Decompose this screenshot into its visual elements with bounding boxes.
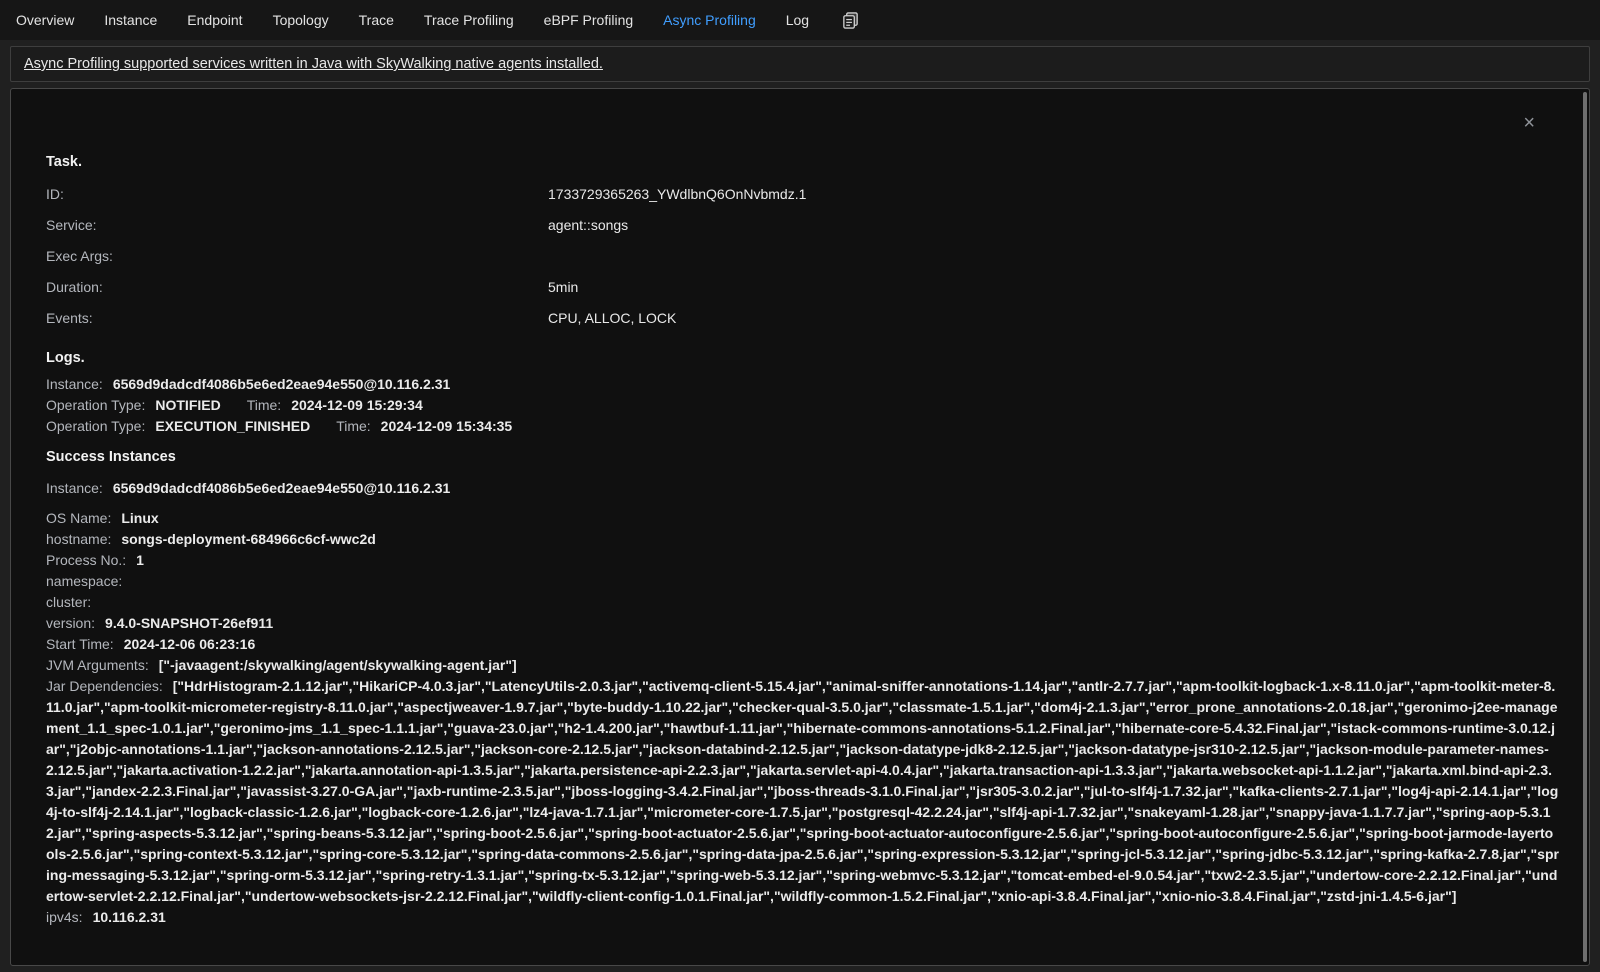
- success-instance-label: Instance:: [46, 480, 103, 496]
- success-instances-heading: Success Instances: [46, 447, 1559, 468]
- task-id-label: ID:: [46, 184, 548, 205]
- banner: Async Profiling supported services writt…: [10, 46, 1590, 82]
- attr-label: namespace:: [46, 573, 122, 589]
- tab-trace[interactable]: Trace: [359, 0, 394, 40]
- operation-type-value: NOTIFIED: [155, 397, 220, 413]
- task-service-value: agent::songs: [548, 215, 1559, 236]
- attr-value: 1: [136, 552, 144, 568]
- tab-topology[interactable]: Topology: [273, 0, 329, 40]
- tab-ebpf-profiling[interactable]: eBPF Profiling: [544, 0, 633, 40]
- tab-async-profiling[interactable]: Async Profiling: [663, 0, 756, 40]
- task-row-id: ID: 1733729365263_YWdlbnQ6OnNvbmdz.1: [46, 184, 1559, 205]
- attr-process-no: Process No.: 1: [46, 550, 1559, 571]
- attr-value: songs-deployment-684966c6cf-wwc2d: [121, 531, 375, 547]
- attr-label: Start Time:: [46, 636, 114, 652]
- panel-content: Task. ID: 1733729365263_YWdlbnQ6OnNvbmdz…: [11, 89, 1589, 928]
- task-exec-args-value: [548, 246, 1559, 267]
- task-duration-value: 5min: [548, 277, 1559, 298]
- tab-instance[interactable]: Instance: [104, 0, 157, 40]
- top-nav: Overview Instance Endpoint Topology Trac…: [0, 0, 1600, 40]
- operation-time-value: 2024-12-09 15:34:35: [381, 418, 513, 434]
- success-instance-row: Instance: 6569d9dadcdf4086b5e6ed2eae94e55…: [46, 478, 1559, 499]
- attr-label: Process No.:: [46, 552, 126, 568]
- task-exec-args-label: Exec Args:: [46, 246, 548, 267]
- attr-value: 9.4.0-SNAPSHOT-26ef911: [105, 615, 273, 631]
- attr-value: ["HdrHistogram-2.1.12.jar","HikariCP-4.0…: [46, 678, 1559, 904]
- operation-type-label: Operation Type:: [46, 397, 145, 413]
- task-duration-label: Duration:: [46, 277, 548, 298]
- attr-cluster: cluster:: [46, 592, 1559, 613]
- attr-label: cluster:: [46, 594, 91, 610]
- attr-jvm-arguments: JVM Arguments: ["-javaagent:/skywalking/a…: [46, 655, 1559, 676]
- tab-endpoint[interactable]: Endpoint: [187, 0, 242, 40]
- attr-label: ipv4s:: [46, 909, 83, 925]
- attr-value: Linux: [121, 510, 158, 526]
- task-row-service: Service: agent::songs: [46, 215, 1559, 236]
- attr-os-name: OS Name: Linux: [46, 508, 1559, 529]
- attr-version: version: 9.4.0-SNAPSHOT-26ef911: [46, 613, 1559, 634]
- logs-instance-label: Instance:: [46, 376, 103, 392]
- logs-instance-value: 6569d9dadcdf4086b5e6ed2eae94e550@10.116.…: [113, 376, 450, 392]
- attr-jar-dependencies: Jar Dependencies:["HdrHistogram-2.1.12.j…: [46, 676, 1559, 907]
- attr-value: ["-javaagent:/skywalking/agent/skywalkin…: [159, 657, 517, 673]
- task-row-exec-args: Exec Args:: [46, 246, 1559, 267]
- banner-strip: Async Profiling supported services writt…: [0, 40, 1600, 88]
- logs-heading: Logs.: [46, 348, 1559, 369]
- operation-type-value: EXECUTION_FINISHED: [155, 418, 310, 434]
- attr-label: version:: [46, 615, 95, 631]
- task-id-value: 1733729365263_YWdlbnQ6OnNvbmdz.1: [548, 184, 1559, 205]
- operation-time-label: Time:: [336, 418, 370, 434]
- success-instance-value: 6569d9dadcdf4086b5e6ed2eae94e550@10.116.…: [113, 480, 450, 496]
- tab-log[interactable]: Log: [786, 0, 809, 40]
- task-row-duration: Duration: 5min: [46, 277, 1559, 298]
- attr-label: Jar Dependencies:: [46, 678, 163, 694]
- copy-document-icon[interactable]: [841, 11, 860, 30]
- operation-type-label: Operation Type:: [46, 418, 145, 434]
- logs-operation-row: Operation Type: NOTIFIED Time: 2024-12-09 1…: [46, 395, 1559, 416]
- attr-label: JVM Arguments:: [46, 657, 149, 673]
- operation-time-label: Time:: [247, 397, 281, 413]
- task-row-events: Events: CPU, ALLOC, LOCK: [46, 308, 1559, 329]
- attr-start-time: Start Time: 2024-12-06 06:23:16: [46, 634, 1559, 655]
- task-events-label: Events:: [46, 308, 548, 329]
- task-service-label: Service:: [46, 215, 548, 236]
- task-detail-panel: × Task. ID: 1733729365263_YWdlbnQ6OnNvbm…: [10, 88, 1590, 966]
- task-events-value: CPU, ALLOC, LOCK: [548, 308, 1559, 329]
- close-icon[interactable]: ×: [1523, 113, 1535, 133]
- attr-ipv4s: ipv4s: 10.116.2.31: [46, 907, 1559, 928]
- instance-attributes: OS Name: Linux hostname: songs-deployment-…: [46, 508, 1559, 928]
- logs-operation-row: Operation Type: EXECUTION_FINISHED Time: 20…: [46, 416, 1559, 437]
- attr-value: 10.116.2.31: [93, 909, 166, 925]
- attr-label: hostname:: [46, 531, 111, 547]
- tab-overview[interactable]: Overview: [16, 0, 74, 40]
- attr-label: OS Name:: [46, 510, 111, 526]
- operation-time-value: 2024-12-09 15:29:34: [291, 397, 423, 413]
- attr-hostname: hostname: songs-deployment-684966c6cf-wwc…: [46, 529, 1559, 550]
- supported-services-link[interactable]: Async Profiling supported services writt…: [24, 56, 603, 72]
- scrollbar[interactable]: [1583, 92, 1587, 962]
- tab-trace-profiling[interactable]: Trace Profiling: [424, 0, 514, 40]
- attr-namespace: namespace:: [46, 571, 1559, 592]
- task-heading: Task.: [46, 152, 1559, 173]
- attr-value: 2024-12-06 06:23:16: [124, 636, 256, 652]
- logs-instance-row: Instance: 6569d9dadcdf4086b5e6ed2eae94e55…: [46, 374, 1559, 395]
